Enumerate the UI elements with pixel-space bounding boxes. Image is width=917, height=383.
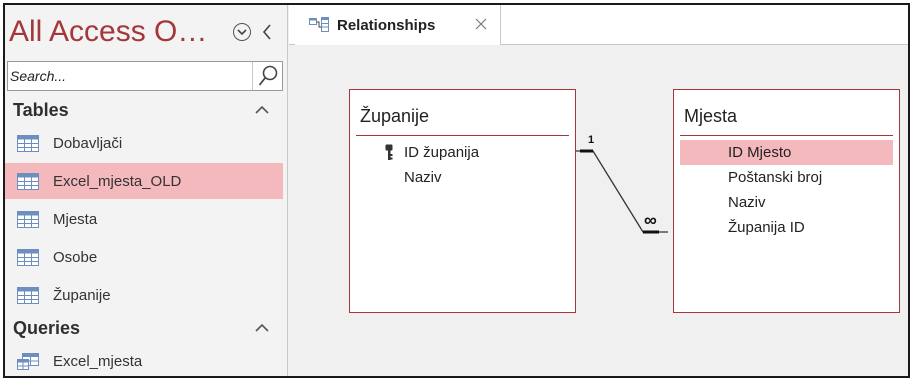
field-name: ID županija [404,144,480,161]
search-box [7,61,283,91]
nav-item-osobe[interactable]: Osobe [5,239,283,275]
field-name: Naziv [404,169,442,186]
group-label: Queries [13,317,81,338]
collapse-pane-icon[interactable] [259,19,275,45]
key-icon [385,144,393,160]
table-title: Mjesta [684,106,738,126]
table-icon [17,134,39,152]
table-icon [17,210,39,228]
nav-item-dobavljaci[interactable]: Dobavljači [5,125,283,161]
group-header-tables[interactable]: Tables [5,95,283,125]
chevron-up-icon[interactable] [255,323,269,333]
table-title: Županije [360,106,430,126]
field-name: ID Mjesto [728,144,792,161]
tab-relationships[interactable]: Relationships [295,5,501,45]
field-id-mjesto[interactable]: ID Mjesto [680,140,893,165]
table-icon [17,286,39,304]
group-header-queries[interactable]: Queries [5,313,283,343]
nav-item-mjesta[interactable]: Mjesta [5,201,283,237]
chevron-up-icon[interactable] [255,105,269,115]
close-icon[interactable] [474,17,488,31]
field-name: Poštanski broj [728,169,823,186]
field-zupanija-id[interactable]: Županija ID [680,215,893,240]
navigation-pane: All Access O… Tables Dobavljači Excel_mj… [5,5,288,376]
field-name: Naziv [728,194,766,211]
nav-pane-title[interactable]: All Access O… [9,15,207,49]
field-naziv[interactable]: Naziv [356,165,569,190]
nav-item-label: Excel_mjesta_OLD [53,172,182,190]
field-naziv[interactable]: Naziv [680,190,893,215]
nav-item-excel-mjesta-old[interactable]: Excel_mjesta_OLD [5,163,283,199]
nav-item-excel-mjesta[interactable]: Excel_mjesta [5,343,283,376]
table-box-zupanije[interactable]: Županije ID županija Naziv [349,89,576,313]
nav-item-label: Dobavljači [53,134,123,152]
tab-label: Relationships [337,16,436,34]
relationships-icon [309,17,329,32]
access-window: All Access O… Tables Dobavljači Excel_mj… [3,3,910,378]
table-icon [17,172,39,190]
nav-item-label: Mjesta [53,210,98,228]
relationship-one-label: 1 [588,134,595,146]
table-box-mjesta[interactable]: Mjesta ID Mjesto Poštanski broj Naziv Žu… [673,89,900,313]
field-id-zupanija[interactable]: ID županija [356,140,569,165]
field-postanski-broj[interactable]: Poštanski broj [680,165,893,190]
table-icon [17,248,39,266]
query-icon [17,352,39,370]
nav-item-zupanije[interactable]: Županije [5,277,283,313]
search-input[interactable] [10,65,246,87]
relationship-many-label: ∞ [644,210,657,230]
nav-item-label: Osobe [53,248,98,266]
nav-item-label: Excel_mjesta [53,352,143,370]
table-divider [680,135,893,136]
group-label: Tables [13,99,69,120]
document-tab-bar: Relationships [289,5,908,45]
relationships-canvas[interactable]: 1 ∞ Županije ID županija Naziv Mjesta ID… [289,45,908,376]
table-divider [356,135,569,136]
chevron-down-circle-icon[interactable] [233,23,251,41]
field-name: Županija ID [728,219,805,236]
search-icon[interactable] [252,62,282,90]
nav-item-label: Županije [53,286,111,304]
